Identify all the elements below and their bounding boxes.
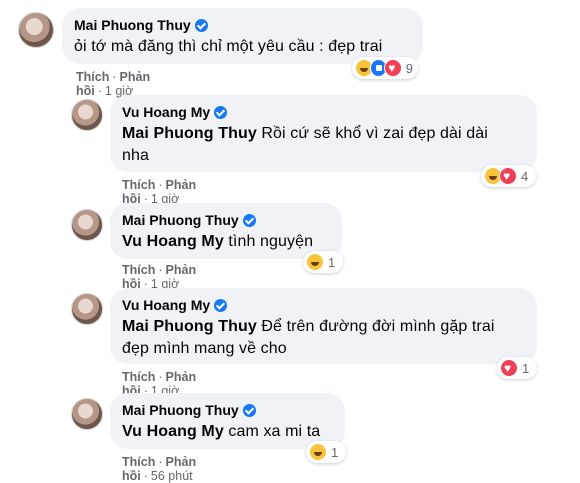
like-link[interactable]: Thích [122,178,155,192]
mention-link[interactable]: Mai Phuong Thuy [122,125,257,142]
separator: · [112,70,117,84]
avatar[interactable] [71,398,103,430]
reaction-summary[interactable]: 4 [481,165,536,187]
love-reaction-icon [384,59,402,77]
timestamp[interactable]: 56 phút [151,469,193,483]
verified-badge-icon [214,105,228,119]
comment-bubble: Mai Phuong Thuy Vu Hoang My cam xa mi ta [110,393,345,449]
author-name-link[interactable]: Mai Phuong Thuy [122,211,239,229]
comment-text: Vu Hoang My cam xa mi ta [122,421,333,443]
like-link[interactable]: Thích [122,263,155,277]
reaction-count: 9 [405,60,414,76]
author-name-link[interactable]: Vu Hoang My [122,103,210,121]
comment-author: Mai Phuong Thuy [74,16,411,34]
comment-text: Mai Phuong Thuy Để trên đường đời mình g… [122,316,525,360]
comment-text-line: tình nguyện [228,233,314,250]
comment-text-line: đẹp mình mang về cho [122,340,287,357]
reaction-summary[interactable]: 1 [306,441,346,463]
like-link[interactable]: Thích [122,455,155,469]
comment-bubble: Vu Hoang My Mai Phuong Thuy Để trên đườn… [110,288,537,364]
verified-badge-icon [214,298,228,312]
comment-text: ỏi tớ mà đăng thì chỉ một yêu cầu : đẹp … [74,38,383,55]
reaction-summary[interactable]: 9 [352,57,418,79]
love-reaction-icon [499,167,517,185]
comment-text-line: nha [122,147,149,164]
reaction-count: 1 [522,360,530,376]
like-link[interactable]: Thích [76,70,109,84]
comment-text: Vu Hoang My tình nguyện [122,231,330,253]
reaction-summary[interactable]: 1 [497,357,537,379]
separator: · [158,263,163,277]
comment-actions: Thích · Phản hồi · 1 giờ [76,70,150,98]
author-name-link[interactable]: Mai Phuong Thuy [74,16,191,34]
haha-reaction-icon [309,443,327,461]
avatar[interactable] [71,209,103,241]
comment-author: Vu Hoang My [122,103,525,121]
comment-author: Mai Phuong Thuy [122,401,333,419]
comment-bubble: Vu Hoang My Mai Phuong Thuy Rồi cứ sẽ kh… [110,95,537,172]
comment-text: Mai Phuong Thuy Rồi cứ sẽ khổ vì zai đẹp… [122,123,525,167]
love-reaction-icon [500,359,518,377]
verified-badge-icon [242,213,256,227]
comment-text-line: Để trên đường đời mình gặp trai [261,318,495,335]
comment-text-line: Rồi cứ sẽ khổ vì zai đẹp dài dài [261,125,488,142]
haha-reaction-icon [306,253,324,271]
avatar[interactable] [18,12,54,48]
comment-actions: Thích · Phản hồi · 56 phút [122,455,196,483]
verified-badge-icon [242,403,256,417]
author-name-link[interactable]: Mai Phuong Thuy [122,401,239,419]
comment-author: Vu Hoang My [122,296,525,314]
verified-badge-icon [194,18,208,32]
comment-bubble: Mai Phuong Thuy ỏi tớ mà đăng thì chỉ mộ… [62,8,423,64]
avatar[interactable] [71,293,103,325]
separator: · [158,455,163,469]
avatar[interactable] [71,99,103,131]
reaction-summary[interactable]: 1 [303,251,343,273]
reaction-count: 1 [331,444,339,460]
comment-bubble: Mai Phuong Thuy Vu Hoang My tình nguyện [110,203,342,259]
reaction-count: 1 [328,254,336,270]
comment-text-line: cam xa mi ta [228,423,321,440]
mention-link[interactable]: Vu Hoang My [122,423,224,440]
reaction-count: 4 [521,168,529,184]
separator: · [158,370,163,384]
author-name-link[interactable]: Vu Hoang My [122,296,210,314]
separator: · [97,84,102,98]
like-link[interactable]: Thích [122,370,155,384]
comment-actions: Thích · Phản hồi · 1 giờ [122,178,196,206]
comment-actions: Thích · Phản hồi · 1 giờ [122,263,196,291]
separator: · [143,469,148,483]
separator: · [158,178,163,192]
comment-author: Mai Phuong Thuy [122,211,330,229]
mention-link[interactable]: Mai Phuong Thuy [122,318,257,335]
mention-link[interactable]: Vu Hoang My [122,233,224,250]
